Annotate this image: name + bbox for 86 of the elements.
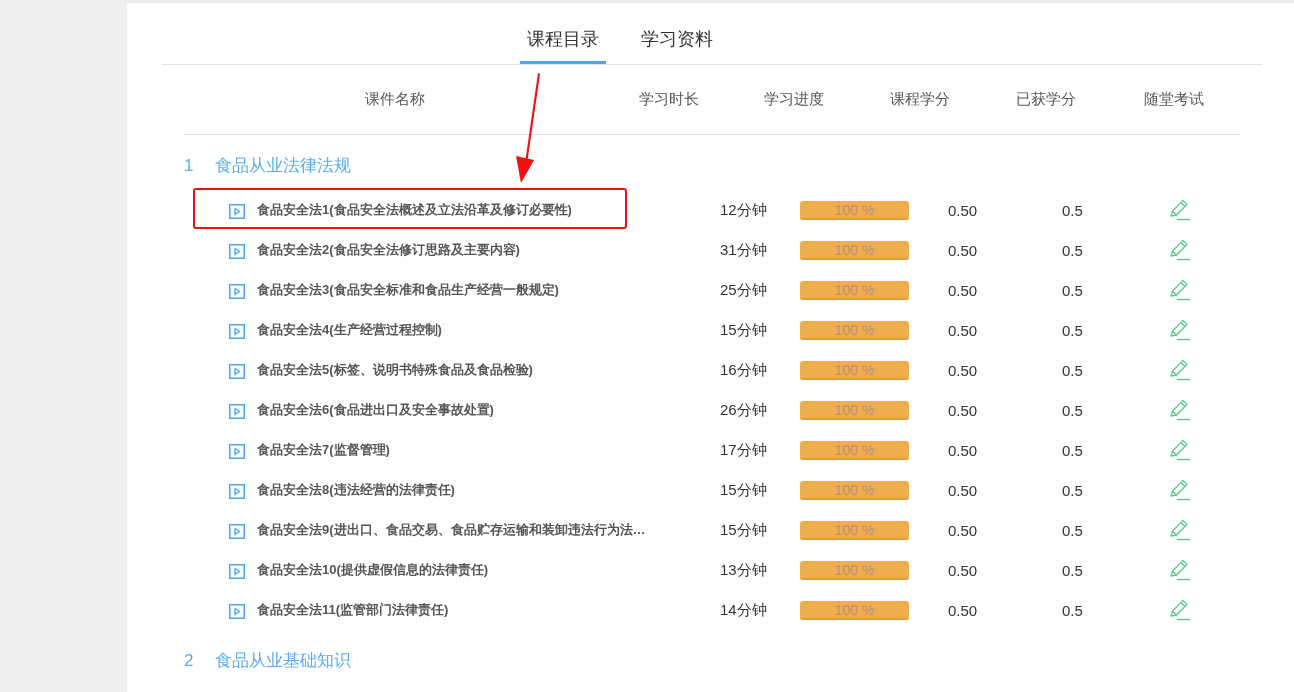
pencil-icon[interactable]: [1168, 359, 1190, 381]
section-number: 2: [184, 650, 195, 672]
lesson-title[interactable]: 食品安全法9(进出口、食品交易、食品贮存运输和装卸违法行为法…: [257, 521, 646, 539]
earned-credit: 0.5: [1061, 321, 1084, 339]
earned-credit: 0.5: [1061, 281, 1084, 299]
earned-credit: 0.5: [1061, 241, 1084, 259]
lesson-title[interactable]: 食品安全法11(监管部门法律责任): [257, 601, 449, 619]
progress-bar: 100 %: [800, 240, 909, 260]
course-credit: 0.50: [947, 561, 979, 579]
pencil-icon[interactable]: [1168, 199, 1190, 221]
column-header: 已获学分: [1014, 90, 1077, 109]
progress-bar: 100 %: [800, 520, 909, 540]
pencil-icon[interactable]: [1168, 479, 1190, 501]
lesson-title[interactable]: 食品安全法5(标签、说明书特殊食品及食品检验): [257, 361, 533, 379]
duration: 15分钟: [719, 320, 768, 340]
pencil-icon[interactable]: [1168, 519, 1190, 541]
section-number: 1: [184, 155, 195, 177]
play-icon[interactable]: [229, 444, 245, 459]
earned-credit: 0.5: [1061, 401, 1084, 419]
play-icon[interactable]: [229, 564, 245, 579]
earned-credit: 0.5: [1061, 601, 1084, 619]
course-credit: 0.50: [947, 281, 979, 299]
course-credit: 0.50: [947, 401, 979, 419]
earned-credit: 0.5: [1061, 561, 1084, 579]
earned-credit: 0.5: [1061, 201, 1084, 219]
pencil-icon[interactable]: [1168, 439, 1190, 461]
column-header: 学习进度: [763, 90, 825, 109]
progress-bar: 100 %: [800, 200, 909, 220]
lesson-title[interactable]: 食品安全法1(食品安全法概述及立法沿革及修订必要性): [257, 201, 572, 219]
duration: 16分钟: [719, 360, 768, 380]
progress-bar: 100 %: [800, 320, 909, 340]
course-credit: 0.50: [947, 481, 979, 499]
course-credit: 0.50: [947, 361, 979, 379]
pencil-icon[interactable]: [1168, 239, 1190, 261]
earned-credit: 0.5: [1061, 521, 1084, 539]
course-credit: 0.50: [947, 601, 979, 619]
pencil-icon[interactable]: [1168, 559, 1190, 581]
pencil-icon[interactable]: [1168, 279, 1190, 301]
play-icon[interactable]: [229, 524, 245, 539]
column-header: 学习时长: [637, 90, 700, 109]
earned-credit: 0.5: [1061, 361, 1084, 379]
column-header: 随堂考试: [1143, 90, 1205, 109]
lesson-title[interactable]: 食品安全法6(食品进出口及安全事故处置): [257, 401, 494, 419]
duration: 17分钟: [719, 440, 768, 460]
duration: 13分钟: [719, 560, 768, 580]
course-credit: 0.50: [947, 521, 979, 539]
progress-bar: 100 %: [800, 560, 909, 580]
tab[interactable]: 学习资料: [634, 27, 720, 64]
course-credit: 0.50: [947, 241, 979, 259]
pencil-icon[interactable]: [1168, 399, 1190, 421]
play-icon[interactable]: [229, 604, 245, 619]
course-credit: 0.50: [947, 201, 979, 219]
lesson-title[interactable]: 食品安全法8(违法经营的法律责任): [257, 481, 455, 499]
progress-bar: 100 %: [800, 400, 909, 420]
column-header: 课程学分: [889, 90, 951, 109]
pencil-icon[interactable]: [1168, 319, 1190, 341]
lesson-title[interactable]: 食品安全法10(提供虚假信息的法律责任): [257, 561, 489, 579]
duration: 31分钟: [719, 240, 768, 260]
duration: 12分钟: [719, 200, 768, 220]
duration: 15分钟: [719, 520, 768, 540]
play-icon[interactable]: [229, 364, 245, 379]
play-icon[interactable]: [229, 484, 245, 499]
play-icon[interactable]: [229, 404, 245, 419]
duration: 14分钟: [719, 600, 768, 620]
progress-bar: 100 %: [800, 480, 909, 500]
course-credit: 0.50: [947, 321, 979, 339]
play-icon[interactable]: [229, 204, 245, 219]
lesson-title[interactable]: 食品安全法4(生产经营过程控制): [257, 321, 442, 339]
play-icon[interactable]: [229, 324, 245, 339]
lesson-title[interactable]: 食品安全法2(食品安全法修订思路及主要内容): [257, 241, 520, 259]
column-header: 课件名称: [364, 90, 426, 109]
course-credit: 0.50: [947, 441, 979, 459]
progress-bar: 100 %: [800, 600, 909, 620]
duration: 26分钟: [719, 400, 768, 420]
earned-credit: 0.5: [1061, 441, 1084, 459]
earned-credit: 0.5: [1061, 481, 1084, 499]
duration: 25分钟: [719, 280, 768, 300]
duration: 15分钟: [719, 480, 768, 500]
play-icon[interactable]: [229, 244, 245, 259]
lesson-title[interactable]: 食品安全法3(食品安全标准和食品生产经营一般规定): [257, 281, 559, 299]
progress-bar: 100 %: [800, 280, 909, 300]
lesson-title[interactable]: 食品安全法7(监督管理): [257, 441, 390, 459]
progress-bar: 100 %: [800, 360, 909, 380]
pencil-icon[interactable]: [1168, 599, 1190, 621]
play-icon[interactable]: [229, 284, 245, 299]
progress-bar: 100 %: [800, 440, 909, 460]
